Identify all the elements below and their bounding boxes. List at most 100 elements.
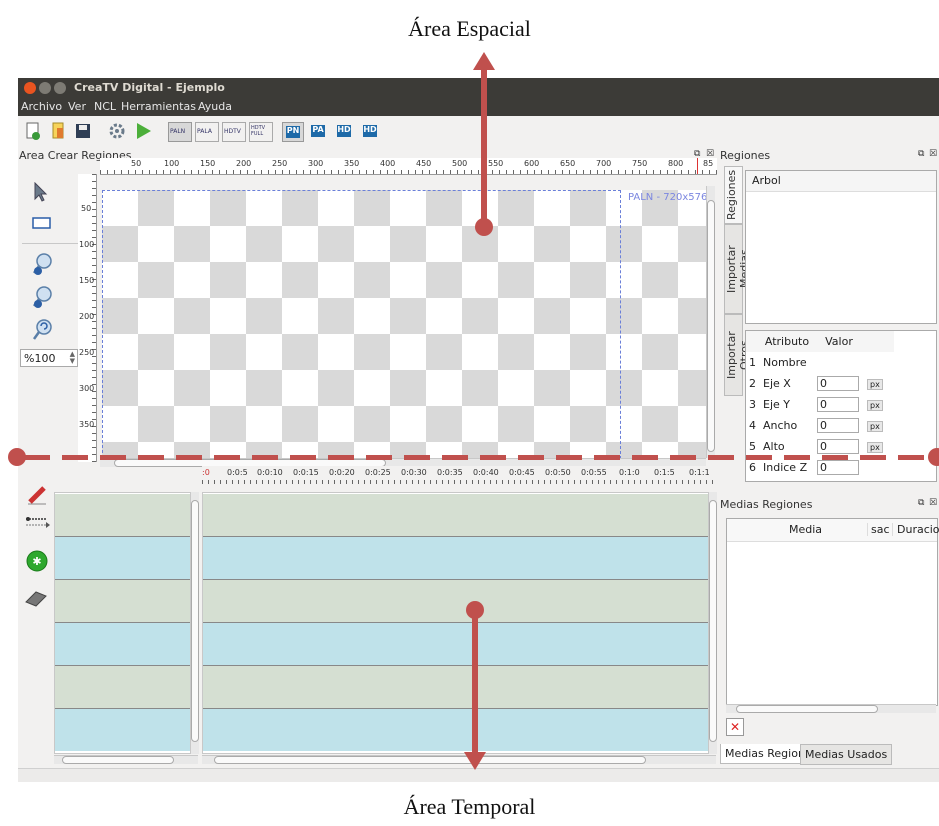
track-label-row[interactable]	[55, 537, 190, 580]
row-number: 3	[749, 398, 756, 411]
add-media-green-icon[interactable]: ✱	[26, 550, 48, 575]
regiones-float-icon[interactable]: ⧉	[918, 149, 924, 159]
track-labels-horizontal-scrollbar[interactable]	[54, 755, 198, 764]
menu-archivo[interactable]: Archivo	[21, 100, 62, 113]
tab-importar-medias[interactable]: Importar Medias	[724, 224, 751, 314]
attr-value-spinbox[interactable]: 0	[817, 418, 859, 433]
timeline-h-scroll-thumb[interactable]	[214, 756, 646, 764]
timeline-track[interactable]	[203, 666, 708, 709]
attr-row[interactable]: 1 Nombre	[746, 352, 894, 373]
spatial-vertical-scroll-thumb[interactable]	[707, 200, 715, 452]
timeline-vertical-scrollbar[interactable]	[708, 492, 717, 754]
open-file-icon[interactable]	[49, 122, 67, 140]
ruler-h-tick: 600	[524, 159, 540, 168]
attr-row[interactable]: 6 Indice Z 0	[746, 457, 894, 478]
tab-importar-otros[interactable]: Importar Otros	[724, 314, 751, 396]
medias-close-icon[interactable]: ☒	[929, 498, 937, 508]
delete-media-icon[interactable]: ✕	[726, 718, 744, 736]
mode-hd-full-button[interactable]: HD	[360, 122, 380, 140]
ruler-h-tick: 400	[380, 159, 396, 168]
timeline-track[interactable]	[203, 537, 708, 580]
attr-value-cell[interactable]: 0	[814, 394, 864, 415]
medias-table[interactable]: Media sac Duracio	[726, 518, 939, 706]
attr-value-cell[interactable]: 0	[814, 457, 864, 478]
edit-pencil-icon[interactable]	[26, 484, 50, 509]
maximize-window-button[interactable]	[54, 82, 66, 94]
attr-row[interactable]: 3 Eje Y 0 px	[746, 394, 894, 415]
track-label-row[interactable]	[55, 580, 190, 623]
timeline-track[interactable]	[203, 623, 708, 666]
time-ruler-marks	[202, 480, 716, 484]
attr-value-spinbox[interactable]: 0	[817, 376, 859, 391]
mode-pn-button[interactable]: PN	[282, 122, 304, 142]
attr-row[interactable]: 2 Eje X 0 px	[746, 373, 894, 394]
attr-value-spinbox[interactable]: 0	[817, 460, 859, 475]
minimize-window-button[interactable]	[39, 82, 51, 94]
mode-pa-button[interactable]: PA	[308, 122, 328, 140]
res-hdtv-full-button[interactable]: HDTV FULL	[249, 122, 273, 142]
time-tick: 0:1:5	[654, 468, 675, 477]
attr-value-spinbox[interactable]: 0	[817, 397, 859, 412]
zoom-out-icon[interactable]	[32, 285, 54, 312]
unit-dropdown[interactable]: px	[867, 442, 883, 453]
res-pala-button[interactable]: PALA	[195, 122, 219, 142]
zoom-spin-arrows-icon[interactable]: ▲ ▼	[70, 351, 75, 365]
pointer-tool-icon[interactable]	[32, 181, 50, 205]
track-label-row[interactable]	[55, 666, 190, 709]
zoom-in-icon[interactable]	[32, 252, 54, 279]
tab-regiones[interactable]: Regiones	[724, 166, 743, 224]
settings-gear-icon[interactable]	[108, 122, 126, 140]
attr-value-cell[interactable]: 0	[814, 415, 864, 436]
menu-ncl[interactable]: NCL	[94, 100, 116, 113]
play-icon[interactable]	[134, 122, 152, 140]
tab-medias-region[interactable]: Medias Region	[720, 744, 810, 764]
timeline-horizontal-scrollbar[interactable]	[202, 755, 716, 764]
medias-float-icon[interactable]: ⧉	[918, 498, 924, 508]
regiones-close-icon[interactable]: ☒	[929, 149, 937, 159]
spatial-vertical-scrollbar[interactable]	[706, 186, 715, 458]
medias-h-scroll-thumb[interactable]	[736, 705, 878, 713]
track-label-row[interactable]	[55, 709, 190, 751]
attr-value-spinbox[interactable]: 0	[817, 439, 859, 454]
track-labels-h-scroll-thumb[interactable]	[62, 756, 174, 764]
mode-hd-button[interactable]: HD	[334, 122, 354, 140]
res-hdtv-button[interactable]: HDTV	[222, 122, 246, 142]
attr-name: Ancho	[763, 419, 798, 432]
menu-ayuda[interactable]: Ayuda	[198, 100, 232, 113]
track-label-row[interactable]	[55, 623, 190, 666]
timeline-arrow-icon[interactable]	[24, 514, 50, 533]
rectangle-tool-icon[interactable]	[32, 216, 52, 233]
unit-dropdown[interactable]: px	[867, 400, 883, 411]
ruler-h-tick: 250	[272, 159, 288, 168]
save-file-icon[interactable]	[74, 122, 92, 140]
tab-medias-usados[interactable]: Medias Usados	[800, 744, 893, 765]
media-block-icon[interactable]	[24, 588, 48, 611]
timeline-track[interactable]	[203, 709, 708, 751]
timeline-vertical-scroll-thumb[interactable]	[709, 500, 717, 742]
ruler-h-tick: 800	[668, 159, 684, 168]
temporal-arrowhead-down	[464, 752, 486, 770]
timeline-track[interactable]	[203, 580, 708, 623]
sac-col-header: sac	[867, 523, 890, 536]
zoom-value: %100	[24, 352, 56, 365]
attr-value-cell[interactable]	[814, 352, 864, 373]
close-window-button[interactable]	[24, 82, 36, 94]
track-labels-scroll-thumb[interactable]	[191, 500, 199, 742]
unit-dropdown[interactable]: px	[867, 421, 883, 432]
zoom-spinbox[interactable]: %100 ▲ ▼	[20, 349, 78, 367]
menu-herramientas[interactable]: Herramientas	[121, 100, 196, 113]
track-label-row[interactable]	[55, 494, 190, 537]
zoom-reset-icon[interactable]	[32, 318, 54, 345]
attr-value-cell[interactable]: 0	[814, 436, 864, 457]
menu-ver[interactable]: Ver	[68, 100, 86, 113]
tree-view[interactable]: Arbol	[745, 170, 937, 324]
attr-row[interactable]: 5 Alto 0 px	[746, 436, 894, 457]
timeline-track[interactable]	[203, 494, 708, 537]
res-paln-button[interactable]: PALN	[168, 122, 192, 142]
attr-row[interactable]: 4 Ancho 0 px	[746, 415, 894, 436]
unit-dropdown[interactable]: px	[867, 379, 883, 390]
track-labels-vertical-scrollbar[interactable]	[190, 492, 199, 754]
new-file-icon[interactable]	[24, 122, 42, 140]
medias-horizontal-scrollbar[interactable]	[726, 704, 936, 713]
attr-value-cell[interactable]: 0	[814, 373, 864, 394]
